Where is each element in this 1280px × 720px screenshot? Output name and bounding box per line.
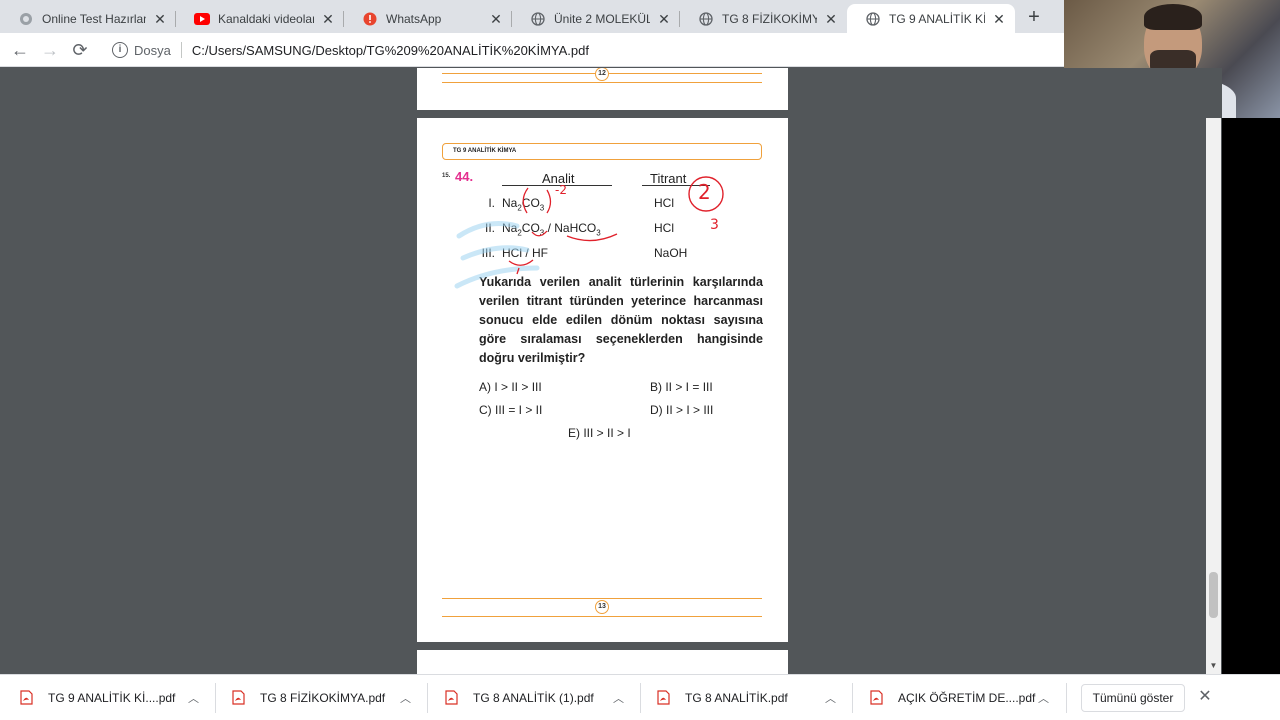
download-filename: TG 8 ANALİTİK.pdf (685, 691, 788, 705)
chevron-up-icon[interactable]: ︿ (400, 690, 411, 706)
pdf-file-icon (20, 690, 34, 706)
question-index: 15. (442, 173, 451, 179)
scheme-label: Dosya (134, 42, 171, 58)
close-downloads-bar-button[interactable]: ✕ (1196, 686, 1214, 708)
chevron-up-icon[interactable]: ︿ (825, 690, 836, 706)
column-header-titrant: Titrant (650, 171, 687, 186)
download-item[interactable]: TG 8 ANALİTİK (1).pdf ︿ (445, 683, 631, 713)
whatsapp-icon (362, 11, 378, 27)
row-titrant-3: NaOH (654, 246, 688, 260)
question-number: 44. (455, 169, 474, 184)
show-all-downloads-button[interactable]: Tümünü göster (1081, 684, 1185, 712)
question-text: Yukarıda verilen analit türlerinin karşı… (479, 275, 763, 365)
tab-unite-2[interactable]: Ünite 2 MOLEKÜL YA ✕ (512, 4, 680, 33)
tab-title: WhatsApp (386, 11, 442, 26)
globe-icon (530, 11, 546, 27)
page-header: TG 9 ANALİTİK KİMYA (442, 143, 762, 160)
tab-title: Kanaldaki videolar - Y (218, 11, 314, 26)
globe-icon (698, 11, 714, 27)
close-icon[interactable]: ✕ (656, 11, 672, 27)
chevron-up-icon[interactable]: ︿ (188, 690, 199, 706)
tab-title: Ünite 2 MOLEKÜL YA (554, 11, 650, 26)
row-roman-3: III. (481, 246, 495, 260)
globe-icon (18, 11, 34, 27)
tab-title: Online Test Hazırlama (42, 11, 146, 26)
chevron-up-icon[interactable]: ︿ (613, 690, 624, 706)
tab-kanaldaki-videolar[interactable]: Kanaldaki videolar - Y ✕ (176, 4, 344, 33)
close-icon[interactable]: ✕ (320, 11, 336, 27)
tab-title: TG 9 ANALİTİK KİMYA (889, 11, 985, 26)
info-icon[interactable]: i (112, 42, 128, 58)
tab-title: TG 8 FİZİKOKİMYA (722, 11, 817, 26)
option-e: E) III > II > I (568, 426, 631, 440)
row-roman-2: II. (484, 221, 495, 235)
row-analit-3: HCl / HF (502, 246, 548, 260)
option-c: C) III = I > II (479, 403, 543, 417)
pdf-scrollbar[interactable]: ▼ (1206, 118, 1221, 674)
annotation-minus-two: -2 (555, 183, 567, 197)
download-filename: TG 8 ANALİTİK (1).pdf (473, 691, 594, 705)
page-number: 13 (595, 600, 609, 614)
downloads-bar: TG 9 ANALİTİK Kİ....pdf ︿ TG 8 FİZİKOKİM… (0, 674, 1280, 720)
close-icon[interactable]: ✕ (991, 11, 1007, 27)
tab-whatsapp[interactable]: WhatsApp ✕ (344, 4, 512, 33)
pdf-file-icon (870, 690, 884, 706)
pdf-page-previous: 12 (417, 68, 788, 110)
download-item[interactable]: TG 8 FİZİKOKİMYA.pdf ︿ (232, 683, 418, 713)
reload-button[interactable]: ⟳ (68, 38, 92, 62)
close-icon[interactable]: ✕ (152, 11, 168, 27)
close-icon[interactable]: ✕ (488, 11, 504, 27)
close-icon[interactable]: ✕ (823, 11, 839, 27)
scrollbar-thumb[interactable] (1209, 572, 1218, 618)
pdf-file-icon (232, 690, 246, 706)
row-roman-1: I. (488, 196, 495, 210)
url-text[interactable]: C:/Users/SAMSUNG/Desktop/TG%209%20ANALİT… (192, 43, 589, 58)
address-bar[interactable]: i Dosya C:/Users/SAMSUNG/Desktop/TG%209%… (104, 37, 1064, 63)
row-analit-2: Na2CO3 / NaHCO3 (502, 221, 601, 238)
row-titrant-2: HCl (654, 221, 674, 235)
pdf-file-icon (445, 690, 459, 706)
download-item[interactable]: TG 8 ANALİTİK.pdf ︿ (657, 683, 843, 713)
annotation-circled-number: 2 (698, 180, 711, 204)
download-item[interactable]: TG 9 ANALİTİK Kİ....pdf ︿ (20, 683, 206, 713)
scroll-down-icon[interactable]: ▼ (1209, 661, 1218, 670)
globe-icon (865, 11, 881, 27)
tab-tg8-fizikokimya[interactable]: TG 8 FİZİKOKİMYA ✕ (680, 4, 847, 33)
pdf-page-next (417, 650, 788, 674)
tab-online-test[interactable]: Online Test Hazırlama ✕ (0, 4, 176, 33)
chevron-up-icon[interactable]: ︿ (1038, 690, 1049, 706)
pdf-viewer[interactable]: 12 TG 9 ANALİTİK KİMYA 15. 44. Analit Ti… (0, 68, 1222, 674)
option-b: B) II > I = III (650, 380, 713, 394)
annotation-number: 3 (710, 217, 719, 233)
download-item[interactable]: AÇIK ÖĞRETİM DE....pdf ︿ (870, 683, 1056, 713)
download-filename: TG 8 FİZİKOKİMYA.pdf (260, 691, 386, 705)
download-filename: AÇIK ÖĞRETİM DE....pdf (898, 691, 1036, 705)
forward-button[interactable]: → (38, 38, 62, 62)
youtube-icon (194, 11, 210, 27)
download-filename: TG 9 ANALİTİK Kİ....pdf (48, 691, 176, 705)
pdf-file-icon (657, 690, 671, 706)
row-analit-1: Na2CO3 (502, 196, 545, 213)
row-titrant-1: HCl (654, 196, 674, 210)
new-tab-button[interactable]: + (1022, 6, 1046, 30)
page-number: 12 (595, 68, 609, 81)
handwritten-annotations (454, 176, 724, 289)
back-button[interactable]: ← (8, 38, 32, 62)
option-a: A) I > II > III (479, 380, 542, 394)
tab-tg9-analitik-kimya[interactable]: TG 9 ANALİTİK KİMYA ✕ (847, 4, 1015, 33)
option-d: D) II > I > III (650, 403, 714, 417)
pdf-page-current: TG 9 ANALİTİK KİMYA 15. 44. Analit Titra… (417, 118, 788, 642)
